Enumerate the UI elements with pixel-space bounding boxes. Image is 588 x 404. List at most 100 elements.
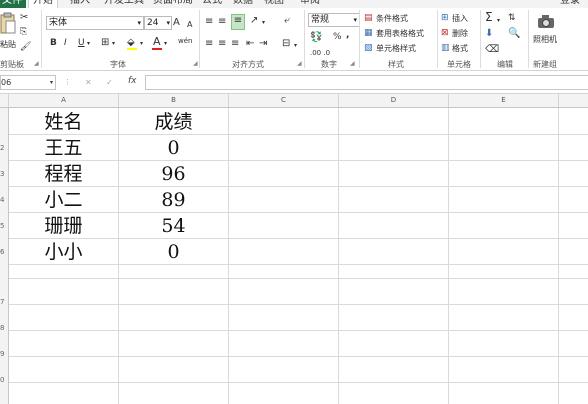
chevron-down-icon[interactable]: ▾ [164,38,167,49]
align-bottom-icon[interactable]: ≡ [231,14,245,30]
conditional-format-button[interactable]: 条件格式 [376,13,408,24]
increase-indent-icon[interactable]: ⇥ [259,38,267,49]
name-box[interactable]: 06 ▾ [0,75,56,90]
cell-a1[interactable]: 姓名 [9,109,118,135]
border-icon[interactable]: ⊞ [101,37,109,48]
row-header[interactable]: 0 [0,376,8,384]
column-header[interactable] [559,94,588,107]
tab-formulas[interactable]: 公式 [202,0,222,8]
insert-cells-icon[interactable]: ⊞ [441,13,449,24]
paste-button[interactable]: 粘贴 [0,39,16,50]
paste-icon[interactable] [0,12,16,38]
font-launcher-icon[interactable]: ◢ [193,60,198,67]
sort-filter-icon[interactable]: ⇅ [508,13,516,24]
chevron-down-icon[interactable]: ▾ [140,38,143,49]
row-header[interactable]: 7 [0,298,8,306]
cell-b6[interactable]: 0 [119,239,228,265]
cell-styles-icon[interactable]: ▧ [364,43,373,54]
currency-icon[interactable]: 💱 [310,32,322,43]
italic-button[interactable]: I [64,38,67,49]
cell-a5[interactable]: 珊珊 [9,213,118,239]
align-center-icon[interactable]: ≡ [218,38,226,49]
row-header[interactable]: 3 [0,170,8,178]
cell-b1[interactable]: 成绩 [119,109,228,135]
align-right-icon[interactable]: ≡ [231,38,239,49]
fill-icon[interactable]: ⬇ [485,28,493,39]
tab-file[interactable]: 文件 [0,0,26,8]
font-color-button[interactable]: A [153,36,161,47]
column-header[interactable]: D [339,94,449,107]
row-header[interactable]: 5 [0,222,8,230]
format-cells-icon[interactable]: ▥ [441,43,450,54]
number-launcher-icon[interactable]: ◢ [350,60,355,67]
column-header[interactable]: B [119,94,229,107]
row-header[interactable]: 4 [0,196,8,204]
font-name-select[interactable]: 宋体 ▾ [46,16,144,30]
cell-a4[interactable]: 小二 [9,187,118,213]
grow-font-button[interactable]: A [173,17,180,28]
row-header[interactable]: 6 [0,248,8,256]
clipboard-launcher-icon[interactable]: ◢ [34,60,39,67]
cell-a6[interactable]: 小小 [9,239,118,265]
delete-cells-icon[interactable]: ⊠ [441,28,449,39]
column-header[interactable]: C [229,94,339,107]
cut-icon[interactable]: ✂ [20,12,28,23]
login-link[interactable]: 登录 [560,0,580,8]
row-header[interactable]: 2 [0,144,8,152]
chevron-down-icon[interactable]: ▾ [112,38,115,49]
cancel-entry-button[interactable]: ✕ [85,77,92,88]
camera-icon[interactable] [537,14,555,29]
tab-view[interactable]: 视图 [264,0,284,8]
tab-developer[interactable]: 开发工具 [104,0,144,8]
delete-cells-button[interactable]: 删除 [452,28,468,39]
align-left-icon[interactable]: ≡ [205,38,213,49]
cell-b3[interactable]: 96 [119,161,228,187]
alignment-launcher-icon[interactable]: ◢ [297,60,302,67]
tab-page-layout[interactable]: 页面布局 [153,0,193,8]
table-format-icon[interactable]: ▦ [364,28,373,39]
enter-entry-button[interactable]: ✓ [106,77,113,88]
cell-styles-button[interactable]: 单元格样式 [376,43,416,54]
cell-b2[interactable]: 0 [119,135,228,161]
clear-icon[interactable]: ⌫ [485,44,499,55]
shrink-font-button[interactable]: A [187,19,192,30]
select-all-corner[interactable] [0,94,9,107]
align-top-icon[interactable]: ≡ [205,16,213,27]
decimal-buttons[interactable]: .00 .0 [310,48,330,59]
align-middle-icon[interactable]: ≡ [218,16,226,27]
format-painter-icon[interactable]: 🖌 [20,42,31,53]
font-size-select[interactable]: 24 ▾ [144,16,172,30]
wrap-text-icon[interactable]: ⤶ [284,15,290,26]
row-header[interactable]: 9 [0,350,8,358]
chevron-down-icon[interactable]: ▾ [294,40,297,51]
cell-a2[interactable]: 王五 [9,135,118,161]
find-select-icon[interactable]: 🔍 [508,28,520,39]
comma-button[interactable]: , [346,30,349,41]
fill-color-icon[interactable]: ⬙ [127,37,135,48]
copy-icon[interactable]: ⎘ [20,27,27,38]
orientation-icon[interactable]: ↗ [250,15,258,26]
format-as-table-button[interactable]: 套用表格格式 [376,28,424,39]
column-header[interactable]: A [9,94,119,107]
tab-review[interactable]: 审阅 [300,0,320,8]
decrease-indent-icon[interactable]: ⇤ [246,38,254,49]
phonetic-button[interactable]: wén [178,36,192,47]
number-format-select[interactable]: 常规 ▾ [308,13,360,27]
chevron-down-icon[interactable]: ▾ [262,17,265,28]
chevron-down-icon[interactable]: ▾ [87,38,90,49]
tab-data[interactable]: 数据 [233,0,253,8]
row-header[interactable]: 8 [0,324,8,332]
merge-center-icon[interactable]: ⊟ [282,38,290,49]
underline-button[interactable]: U [78,38,85,49]
cell-a3[interactable]: 程程 [9,161,118,187]
column-header[interactable]: E [449,94,559,107]
format-cells-button[interactable]: 格式 [452,43,468,54]
cell-b5[interactable]: 54 [119,213,228,239]
chevron-down-icon[interactable]: ▾ [497,15,500,26]
bold-button[interactable]: B [50,38,57,49]
conditional-format-icon[interactable]: ▤ [364,13,373,24]
autosum-button[interactable]: Σ [485,11,493,23]
formula-input[interactable] [145,75,588,90]
insert-cells-button[interactable]: 插入 [452,13,468,24]
percent-button[interactable]: % [333,32,342,43]
